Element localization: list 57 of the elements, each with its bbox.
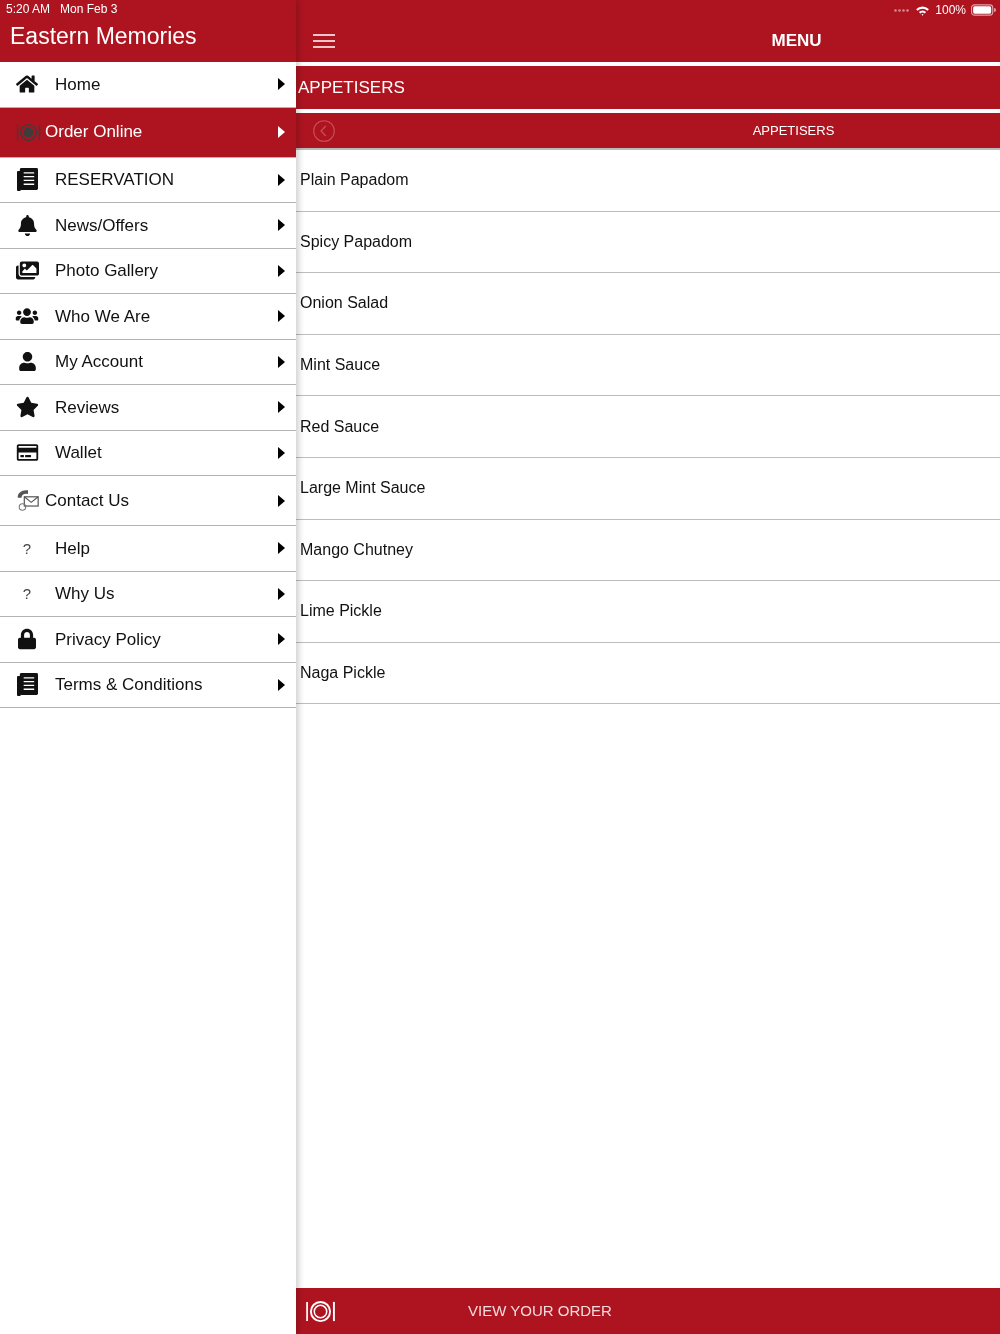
sidebar-item[interactable]: Contact Us bbox=[0, 476, 296, 526]
caret-icon bbox=[278, 173, 285, 186]
question-mark-icon: ? bbox=[22, 586, 32, 602]
caret-icon bbox=[278, 355, 285, 368]
caret-icon bbox=[278, 446, 285, 459]
document-icon bbox=[16, 673, 38, 697]
caret-icon bbox=[278, 587, 285, 600]
sidebar-item[interactable]: News/Offers bbox=[0, 203, 296, 249]
question-mark-icon: ? bbox=[22, 540, 32, 556]
house-icon bbox=[16, 73, 38, 96]
photos-icon bbox=[15, 260, 39, 282]
caret-icon bbox=[278, 78, 285, 91]
sidebar-item[interactable]: Terms & Conditions bbox=[0, 662, 296, 708]
plate-cutlery-icon bbox=[15, 122, 41, 142]
header-title: MENU bbox=[771, 30, 822, 53]
wifi-icon bbox=[915, 4, 931, 16]
battery-icon bbox=[971, 4, 996, 16]
caret-icon bbox=[278, 678, 285, 691]
caret-icon bbox=[278, 401, 285, 414]
subcategory-title: APPETISERS bbox=[752, 121, 835, 140]
credit-card-icon bbox=[15, 443, 39, 463]
sidebar-item[interactable]: RESERVATION bbox=[0, 157, 296, 203]
status-time: 5:20 AM bbox=[6, 2, 51, 17]
caret-icon bbox=[278, 219, 285, 232]
menu-icon bbox=[313, 34, 335, 48]
battery-percent: 100% bbox=[935, 2, 966, 18]
sidebar-item[interactable]: Reviews bbox=[0, 385, 296, 431]
sidebar-item[interactable]: My Account bbox=[0, 339, 296, 385]
sidebar-item[interactable]: Order Online bbox=[0, 107, 296, 158]
signal-dots-icon bbox=[894, 8, 910, 12]
sidebar-item[interactable]: Privacy Policy bbox=[0, 617, 296, 663]
sidebar-item[interactable]: Who We Are bbox=[0, 294, 296, 340]
circle-chevron-left-icon bbox=[313, 119, 335, 142]
caret-icon bbox=[278, 494, 285, 507]
caret-icon bbox=[278, 542, 285, 555]
plate-cutlery-icon bbox=[305, 1299, 336, 1323]
status-date: Mon Feb 3 bbox=[60, 2, 118, 17]
sidebar-item[interactable]: ? Why Us bbox=[0, 571, 296, 617]
sidebar-item[interactable]: Photo Gallery bbox=[0, 248, 296, 294]
star-icon bbox=[15, 396, 39, 419]
phone-envelope-icon bbox=[16, 489, 40, 512]
padlock-icon bbox=[18, 628, 36, 651]
caret-icon bbox=[278, 126, 285, 138]
view-order-button[interactable]: VIEW YOUR ORDER bbox=[296, 1288, 1000, 1334]
app-title: Eastern Memories bbox=[10, 22, 197, 50]
caret-icon bbox=[278, 633, 285, 646]
sidebar-item[interactable]: Home bbox=[0, 62, 296, 108]
bell-icon bbox=[17, 214, 37, 236]
sidebar-item[interactable]: Wallet bbox=[0, 430, 296, 476]
caret-icon bbox=[278, 264, 285, 277]
document-icon bbox=[16, 168, 38, 192]
menu-button[interactable] bbox=[313, 33, 335, 49]
caret-icon bbox=[278, 310, 285, 323]
category-header: APPETISERS bbox=[296, 66, 1000, 109]
sidebar-item[interactable]: ? Help bbox=[0, 526, 296, 572]
user-icon bbox=[18, 352, 36, 372]
people-group-icon bbox=[15, 307, 39, 326]
